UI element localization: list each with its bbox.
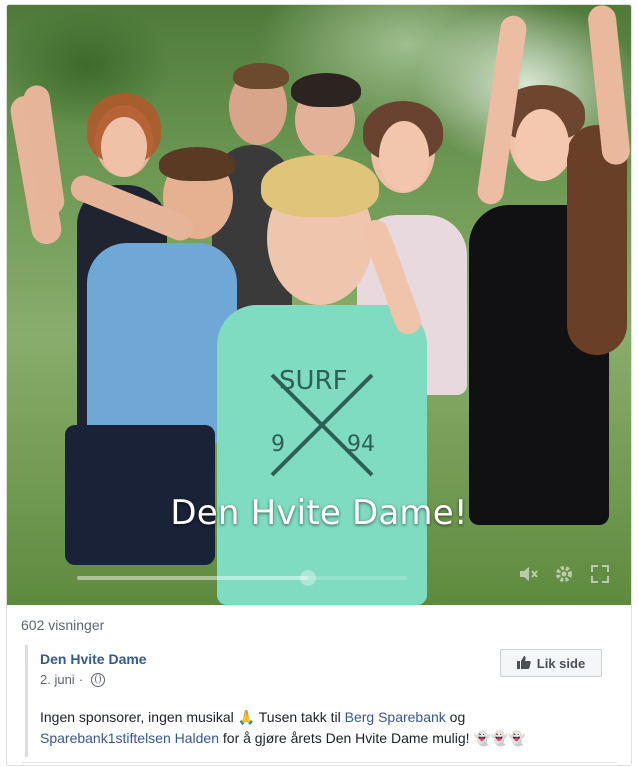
post-text-part2: Tusen takk til <box>255 709 345 725</box>
video-progress-bar[interactable] <box>77 570 407 586</box>
like-page-button[interactable]: Lik side <box>500 649 602 677</box>
mute-icon[interactable] <box>517 563 539 585</box>
page-name-link[interactable]: Den Hvite Dame <box>40 651 147 667</box>
svg-text:94: 94 <box>347 432 375 457</box>
video-progress-knob[interactable] <box>300 570 316 586</box>
gear-icon[interactable] <box>553 563 575 585</box>
shared-post: Den Hvite Dame 2. juni · Lik side Ingen … <box>25 645 618 757</box>
like-page-label: Lik side <box>536 655 586 671</box>
divider <box>21 762 617 763</box>
svg-text:SURF: SURF <box>279 366 348 396</box>
post-text-part3: og <box>445 709 466 725</box>
folded-hands-emoji: 🙏 <box>237 709 256 725</box>
post-meta: 2. juni · <box>40 672 106 687</box>
video-controls <box>517 563 611 585</box>
meta-separator: · <box>78 672 84 687</box>
video-post-card: SURF 9 94 Den Hvite Dame! 602 visninger … <box>6 4 632 766</box>
post-text-part4: for å gjøre årets Den Hvite Dame mulig! <box>219 730 470 746</box>
post-text: Ingen sponsorer, ingen musikal 🙏 Tusen t… <box>40 707 610 749</box>
berg-sparebank-link[interactable]: Berg Sparebank <box>345 709 446 725</box>
thumbs-up-icon <box>516 655 531 672</box>
video-player[interactable]: SURF 9 94 Den Hvite Dame! <box>7 5 631 605</box>
fullscreen-icon[interactable] <box>589 563 611 585</box>
ghost-emojis: 👻👻👻 <box>473 730 526 746</box>
svg-text:9: 9 <box>271 432 285 457</box>
post-text-part1: Ingen sponsorer, ingen musikal <box>40 709 234 725</box>
globe-icon <box>91 672 106 687</box>
sparebank1stiftelsen-link[interactable]: Sparebank1stiftelsen Halden <box>40 730 219 746</box>
post-date[interactable]: 2. juni <box>40 672 75 687</box>
view-count: 602 visninger <box>21 617 105 633</box>
video-caption: Den Hvite Dame! <box>170 493 468 533</box>
video-progress-fill <box>77 576 308 580</box>
